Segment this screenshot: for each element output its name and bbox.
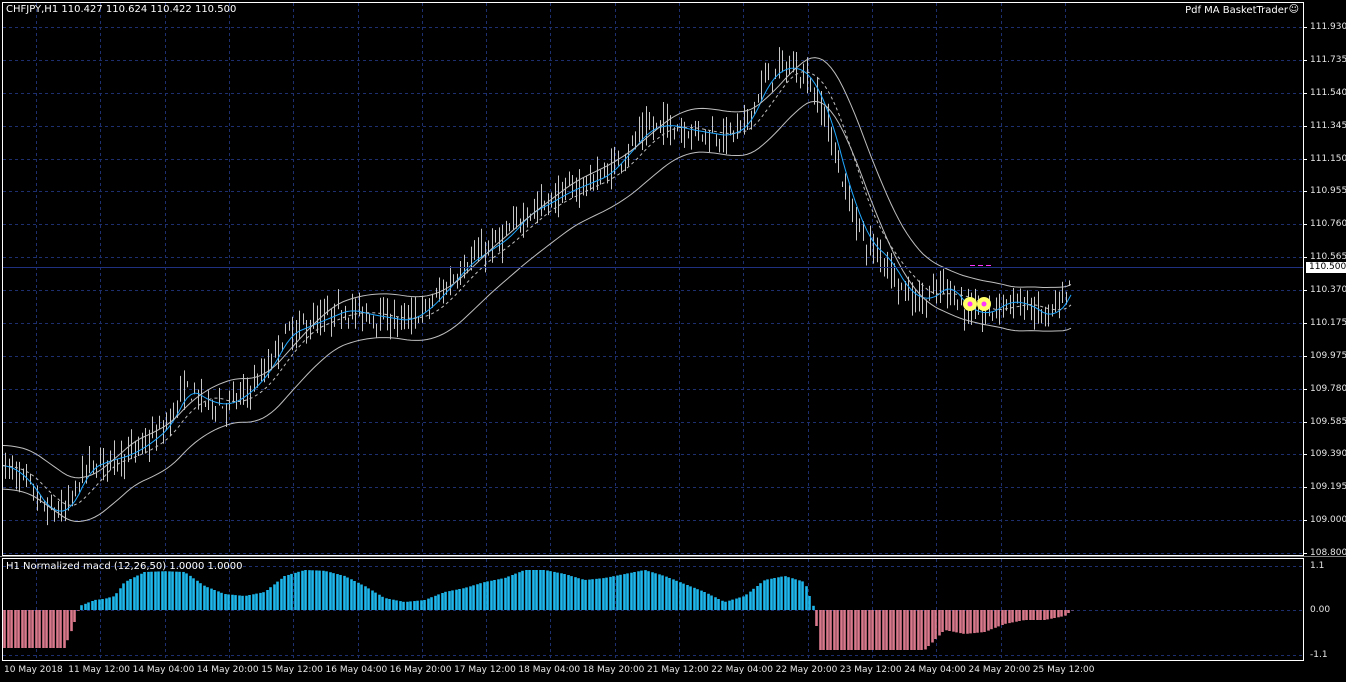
trade-marker-center: [981, 301, 987, 307]
time-tick-label: 22 May 04:00: [711, 665, 774, 675]
price-tick-label: 111.150: [1310, 153, 1346, 164]
expert-name: Pdf MA BasketTrader: [1185, 5, 1288, 16]
time-tick-label: 25 May 12:00: [1032, 665, 1095, 675]
price-tick-label: 110.760: [1310, 219, 1346, 230]
time-tick-label: 16 May 20:00: [389, 665, 452, 675]
price-tick-label: 110.370: [1310, 285, 1346, 295]
time-tick-label: 18 May 20:00: [582, 665, 645, 675]
time-tick-label: 22 May 20:00: [775, 665, 838, 675]
price-tick-label: 111.345: [1310, 120, 1346, 131]
price-tick-label: 109.000: [1310, 515, 1346, 526]
macd-tick-label: -1.1: [1310, 650, 1328, 660]
current-price-tag: 110.500: [1306, 262, 1346, 273]
price-tick-label: 110.955: [1310, 186, 1346, 197]
macd-tick-label: 0.00: [1310, 605, 1331, 615]
time-tick-label: 24 May 20:00: [968, 665, 1031, 675]
indicator-title: H1 Normalized macd (12,26,50) 1.0000 1.0…: [6, 561, 243, 572]
price-tick-label: 109.780: [1310, 383, 1346, 394]
price-tick-label: 111.540: [1310, 87, 1346, 98]
time-tick-label: 21 May 12:00: [647, 665, 709, 675]
time-tick-label: 16 May 04:00: [325, 665, 388, 675]
macd-tick-label: 1.1: [1310, 561, 1325, 571]
symbol-info: CHFJPY,H1 110.427 110.624 110.422 110.50…: [6, 4, 237, 15]
trade-marker-center: [967, 301, 973, 307]
price-tick-label: 109.390: [1310, 449, 1346, 460]
price-tick-label: 109.585: [1310, 416, 1346, 427]
price-tick-label: 109.975: [1310, 350, 1346, 361]
time-tick-label: 14 May 20:00: [196, 665, 259, 675]
time-tick-label: 10 May 2018: [4, 665, 63, 675]
time-tick-label: 15 May 12:00: [261, 665, 323, 675]
time-tick-label: 23 May 12:00: [839, 665, 902, 675]
time-tick-label: 14 May 04:00: [132, 665, 195, 675]
price-chart[interactable]: [0, 0, 1346, 682]
time-tick-label: 18 May 04:00: [518, 665, 581, 675]
price-tick-label: 111.930: [1310, 22, 1346, 32]
price-tick-label: 111.735: [1310, 54, 1346, 65]
time-tick-label: 24 May 04:00: [904, 665, 966, 675]
price-tick-label: 109.195: [1310, 482, 1346, 493]
time-tick-label: 17 May 12:00: [454, 665, 516, 675]
price-tick-label: 110.175: [1310, 317, 1346, 328]
smiley-icon[interactable]: ☺: [1289, 4, 1299, 16]
time-tick-label: 11 May 12:00: [68, 665, 131, 675]
price-tick-label: 108.800: [1310, 548, 1346, 558]
